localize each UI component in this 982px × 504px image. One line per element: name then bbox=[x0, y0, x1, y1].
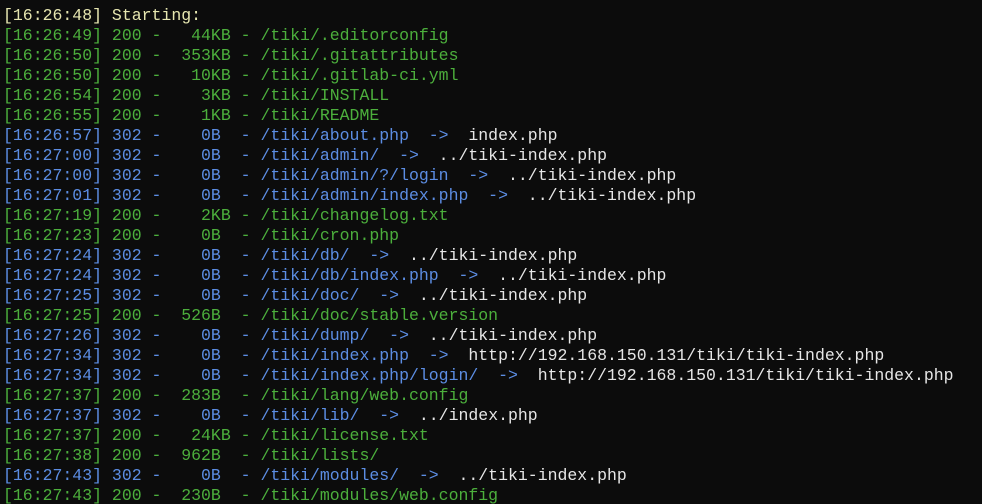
log-line: [16:27:34] 302 - 0B - /tiki/index.php ->… bbox=[3, 346, 982, 366]
log-line: [16:26:50] 200 - 10KB - /tiki/.gitlab-ci… bbox=[3, 66, 982, 86]
log-entry-text: [16:26:48] Starting: bbox=[3, 6, 202, 25]
redirect-target-text: ../tiki-index.php bbox=[438, 466, 627, 485]
log-entry-text: [16:27:37] 200 - 24KB - /tiki/license.tx… bbox=[3, 426, 429, 445]
log-entry-text: [16:27:37] 200 - 283B - /tiki/lang/web.c… bbox=[3, 386, 469, 405]
log-entry-text: [16:27:24] 302 - 0B - /tiki/db/index.php… bbox=[3, 266, 479, 285]
log-line: [16:27:25] 200 - 526B - /tiki/doc/stable… bbox=[3, 306, 982, 326]
log-entry-text: [16:27:34] 302 - 0B - /tiki/index.php/lo… bbox=[3, 366, 518, 385]
log-line: [16:27:25] 302 - 0B - /tiki/doc/ -> ../t… bbox=[3, 286, 982, 306]
log-line: [16:27:43] 200 - 230B - /tiki/modules/we… bbox=[3, 486, 982, 504]
redirect-target-text: ../tiki-index.php bbox=[408, 326, 598, 345]
log-line: [16:27:00] 302 - 0B - /tiki/admin/?/logi… bbox=[3, 166, 982, 186]
redirect-target-text: ../tiki-index.php bbox=[507, 186, 697, 205]
log-line: [16:27:23] 200 - 0B - /tiki/cron.php bbox=[3, 226, 982, 246]
log-line: [16:27:24] 302 - 0B - /tiki/db/ -> ../ti… bbox=[3, 246, 982, 266]
redirect-target-text: index.php bbox=[448, 126, 558, 145]
log-line: [16:27:38] 200 - 962B - /tiki/lists/ bbox=[3, 446, 982, 466]
log-entry-text: [16:27:26] 302 - 0B - /tiki/dump/ -> bbox=[3, 326, 409, 345]
log-entry-text: [16:27:19] 200 - 2KB - /tiki/changelog.t… bbox=[3, 206, 449, 225]
log-entry-text: [16:26:50] 200 - 10KB - /tiki/.gitlab-ci… bbox=[3, 66, 459, 85]
log-line: [16:26:55] 200 - 1KB - /tiki/README bbox=[3, 106, 982, 126]
redirect-target-text: ../tiki-index.php bbox=[399, 286, 588, 305]
log-entry-text: [16:27:37] 302 - 0B - /tiki/lib/ -> bbox=[3, 406, 400, 425]
log-line: [16:26:50] 200 - 353KB - /tiki/.gitattri… bbox=[3, 46, 982, 66]
log-line: [16:27:01] 302 - 0B - /tiki/admin/index.… bbox=[3, 186, 982, 206]
log-entry-text: [16:27:25] 302 - 0B - /tiki/doc/ -> bbox=[3, 286, 400, 305]
redirect-target-text: http://192.168.150.131/tiki/tiki-index.p… bbox=[448, 346, 885, 365]
redirect-target-text: ../tiki-index.php bbox=[418, 146, 608, 165]
redirect-target-text: ../tiki-index.php bbox=[488, 166, 677, 185]
log-entry-text: [16:26:55] 200 - 1KB - /tiki/README bbox=[3, 106, 380, 125]
log-line: [16:27:37] 302 - 0B - /tiki/lib/ -> ../i… bbox=[3, 406, 982, 426]
log-line: [16:27:26] 302 - 0B - /tiki/dump/ -> ../… bbox=[3, 326, 982, 346]
log-line: [16:26:57] 302 - 0B - /tiki/about.php ->… bbox=[3, 126, 982, 146]
redirect-target-text: http://192.168.150.131/tiki/tiki-index.p… bbox=[517, 366, 954, 385]
log-entry-text: [16:27:00] 302 - 0B - /tiki/admin/?/logi… bbox=[3, 166, 489, 185]
terminal-output: [16:26:48] Starting: [16:26:49] 200 - 44K… bbox=[0, 0, 982, 504]
log-line: [16:27:43] 302 - 0B - /tiki/modules/ -> … bbox=[3, 466, 982, 486]
log-entry-text: [16:26:54] 200 - 3KB - /tiki/INSTALL bbox=[3, 86, 390, 105]
log-line: [16:27:00] 302 - 0B - /tiki/admin/ -> ..… bbox=[3, 146, 982, 166]
log-entry-text: [16:27:00] 302 - 0B - /tiki/admin/ -> bbox=[3, 146, 419, 165]
log-entry-text: [16:27:43] 302 - 0B - /tiki/modules/ -> bbox=[3, 466, 439, 485]
log-entry-text: [16:27:25] 200 - 526B - /tiki/doc/stable… bbox=[3, 306, 499, 325]
log-line: [16:27:19] 200 - 2KB - /tiki/changelog.t… bbox=[3, 206, 982, 226]
log-entry-text: [16:26:50] 200 - 353KB - /tiki/.gitattri… bbox=[3, 46, 459, 65]
log-line: [16:27:37] 200 - 24KB - /tiki/license.tx… bbox=[3, 426, 982, 446]
log-entry-text: [16:26:49] 200 - 44KB - /tiki/.editorcon… bbox=[3, 26, 449, 45]
log-entry-text: [16:27:34] 302 - 0B - /tiki/index.php -> bbox=[3, 346, 449, 365]
log-line: [16:27:34] 302 - 0B - /tiki/index.php/lo… bbox=[3, 366, 982, 386]
redirect-target-text: ../tiki-index.php bbox=[478, 266, 667, 285]
log-line: [16:27:37] 200 - 283B - /tiki/lang/web.c… bbox=[3, 386, 982, 406]
log-line: [16:26:49] 200 - 44KB - /tiki/.editorcon… bbox=[3, 26, 982, 46]
log-entry-text: [16:27:23] 200 - 0B - /tiki/cron.php bbox=[3, 226, 400, 245]
log-line: [16:26:54] 200 - 3KB - /tiki/INSTALL bbox=[3, 86, 982, 106]
log-entry-text: [16:27:24] 302 - 0B - /tiki/db/ -> bbox=[3, 246, 390, 265]
log-line: [16:27:24] 302 - 0B - /tiki/db/index.php… bbox=[3, 266, 982, 286]
log-line: [16:26:48] Starting: bbox=[3, 6, 982, 26]
redirect-target-text: ../tiki-index.php bbox=[389, 246, 578, 265]
log-entry-text: [16:27:43] 200 - 230B - /tiki/modules/we… bbox=[3, 486, 499, 504]
log-entry-text: [16:26:57] 302 - 0B - /tiki/about.php -> bbox=[3, 126, 449, 145]
log-entry-text: [16:27:01] 302 - 0B - /tiki/admin/index.… bbox=[3, 186, 508, 205]
redirect-target-text: ../index.php bbox=[399, 406, 538, 425]
log-entry-text: [16:27:38] 200 - 962B - /tiki/lists/ bbox=[3, 446, 380, 465]
